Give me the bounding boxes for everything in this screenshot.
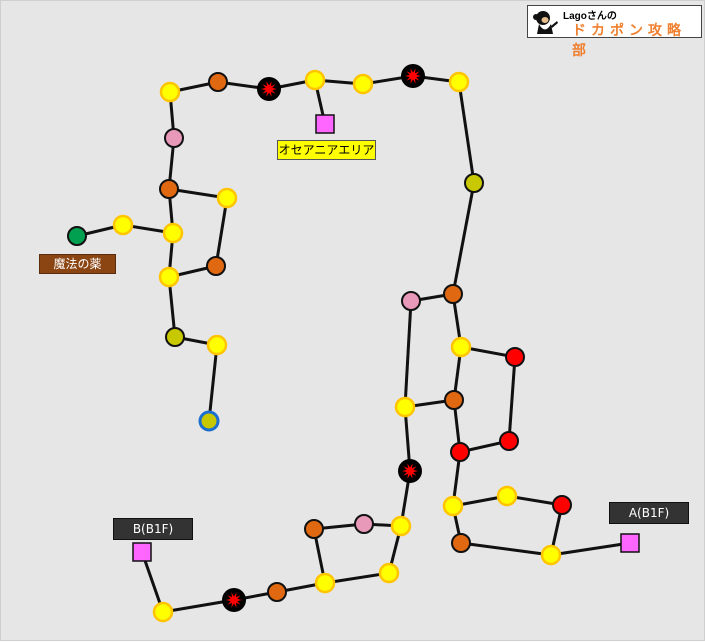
path-edge xyxy=(207,344,219,422)
path-edge xyxy=(451,182,476,295)
path-edge xyxy=(460,541,552,557)
yellow-space xyxy=(352,73,374,95)
pink-space xyxy=(401,291,421,311)
yellow-space xyxy=(158,266,180,288)
red-space xyxy=(450,442,470,462)
red-space xyxy=(505,347,525,367)
orange-space xyxy=(159,179,179,199)
yellow-space xyxy=(540,544,562,566)
olive-space xyxy=(464,173,484,193)
exit-square-oceania xyxy=(315,114,335,134)
red-space xyxy=(552,495,572,515)
yellow-space xyxy=(450,336,472,358)
monkey-mascot-icon xyxy=(533,11,558,34)
yellow-space xyxy=(394,396,416,418)
yellow-space xyxy=(448,71,470,93)
path-edge xyxy=(403,300,413,408)
yellow-space xyxy=(304,69,326,91)
orange-space xyxy=(267,582,287,602)
yellow-space xyxy=(206,334,228,356)
exit-square-a xyxy=(620,533,640,553)
path-edge xyxy=(214,197,229,267)
pink-space xyxy=(354,514,374,534)
burst-event-space xyxy=(401,64,425,88)
site-logo: Lagoさんの ドカポン攻略部 xyxy=(527,5,702,59)
green-space xyxy=(67,226,87,246)
exit-square-b xyxy=(132,542,152,562)
burst-event-space xyxy=(398,459,422,483)
path-edge xyxy=(457,81,476,184)
yellow-space xyxy=(216,187,238,209)
burst-event-space xyxy=(222,588,246,612)
label-a-b1f: A(B1F) xyxy=(609,502,689,524)
orange-space xyxy=(206,256,226,276)
yellow-space xyxy=(112,214,134,236)
burst-event-space xyxy=(257,77,281,101)
pink-space xyxy=(164,128,184,148)
yellow-space xyxy=(390,515,412,537)
yellow-space xyxy=(314,572,336,594)
orange-space xyxy=(443,284,463,304)
dungeon-map: オセアニアエリア 魔法の薬 B(B1F) A(B1F) Lagoさんの ドカポン… xyxy=(0,0,705,641)
label-oceania-area: オセアニアエリア xyxy=(277,140,376,160)
label-b-b1f: B(B1F) xyxy=(113,518,193,540)
orange-space xyxy=(451,533,471,553)
yellow-space xyxy=(378,562,400,584)
olive-space xyxy=(165,327,185,347)
orange-space xyxy=(304,519,324,539)
yellow-space xyxy=(496,485,518,507)
orange-space xyxy=(208,72,228,92)
yellow-space xyxy=(152,601,174,623)
path-edge xyxy=(507,356,517,442)
yellow-space xyxy=(442,495,464,517)
label-magic-medicine: 魔法の薬 xyxy=(39,254,116,274)
yellow-space xyxy=(162,222,184,244)
logo-title-text: ドカポン攻略部 xyxy=(572,23,686,59)
yellow-space xyxy=(159,81,181,103)
red-space xyxy=(499,431,519,451)
path-edge xyxy=(550,541,631,557)
start-space xyxy=(198,410,220,432)
orange-space xyxy=(444,390,464,410)
map-graph xyxy=(67,64,640,623)
